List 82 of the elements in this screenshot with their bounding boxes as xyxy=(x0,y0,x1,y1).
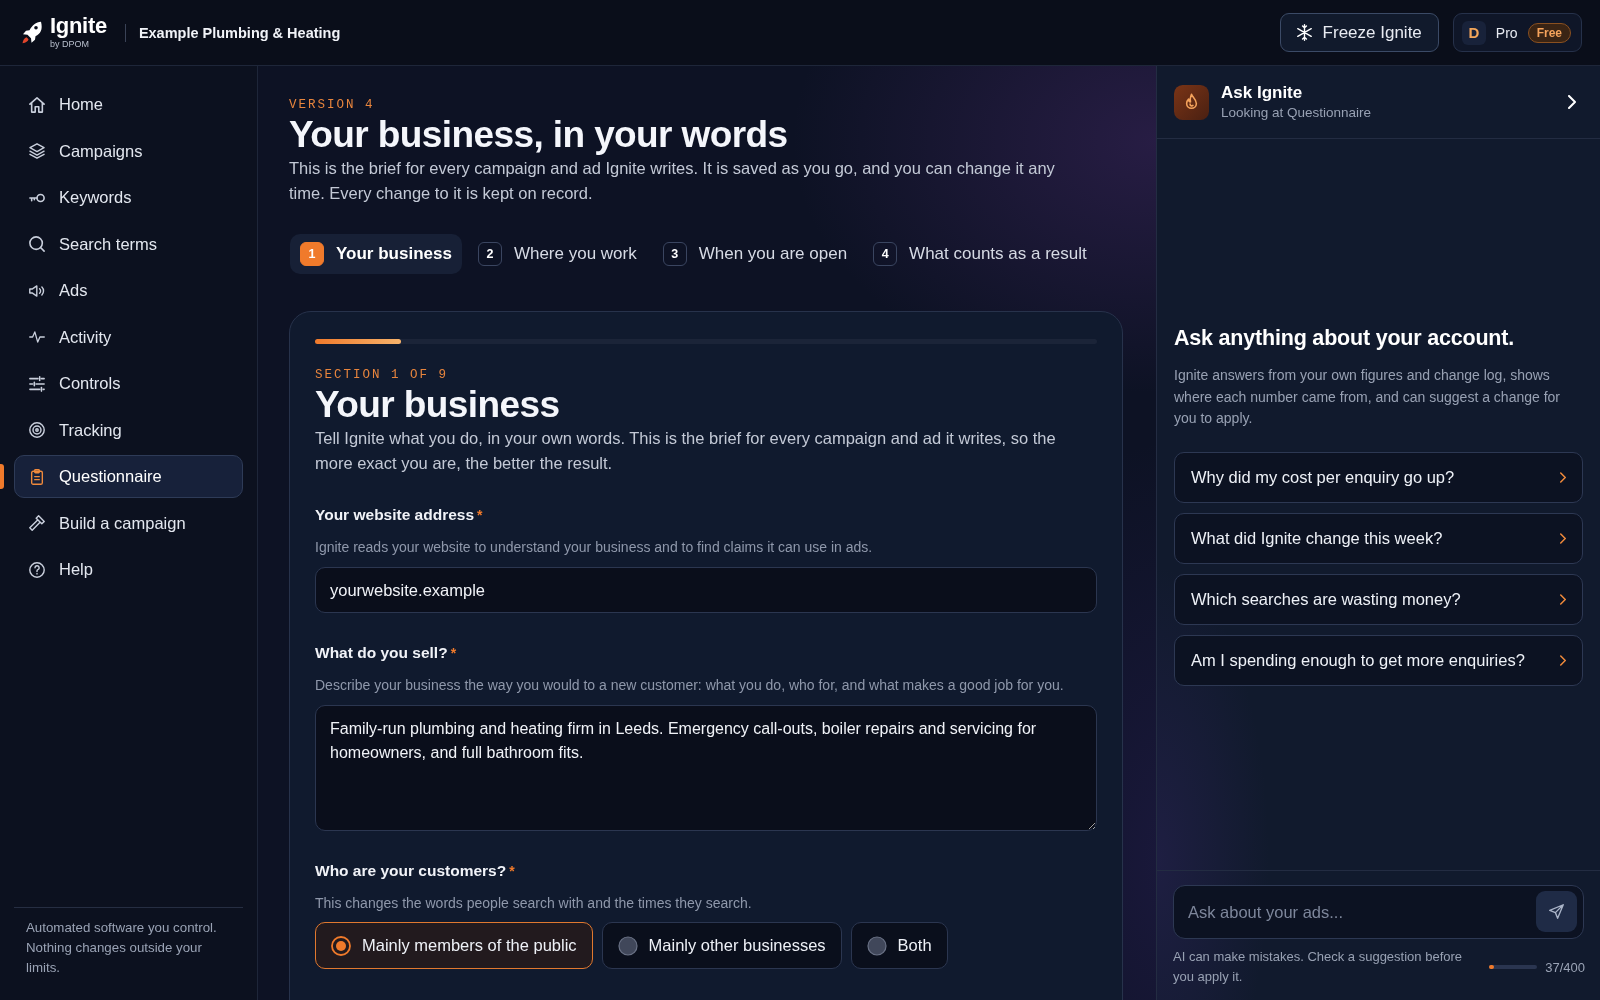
clipboard-icon xyxy=(29,468,45,485)
rocket-icon xyxy=(22,21,43,44)
field-label: Your website address xyxy=(315,505,475,525)
chevron-right-icon xyxy=(1560,532,1566,544)
empty-state-text: Ignite answers from your own figures and change log, shows where each number came from, and can suggest a change for you to apply. xyxy=(1174,366,1561,429)
sidebar-footnote: Automated software you control. Nothing changes outside your limits. xyxy=(26,919,218,977)
section-intro: Tell Ignite what you do, in your own words. This is the brief for every campaign and ad it writes, so the more exact you are, the better the result. xyxy=(315,428,1057,474)
section-title: Your business xyxy=(315,384,561,426)
nav-item[interactable]: Build a campaign xyxy=(14,501,243,545)
account-button[interactable]: D Pro Free xyxy=(1452,13,1582,52)
radio-icon xyxy=(617,935,638,956)
section-eyebrow: SECTION 1 OF 9 xyxy=(315,367,450,383)
field-help: This changes the words people search with and the times they search. xyxy=(315,894,753,912)
sliders-icon xyxy=(29,375,45,392)
chevron-right-icon[interactable] xyxy=(1568,95,1576,109)
nav-item[interactable]: Campaigns xyxy=(14,129,243,173)
pulse-icon xyxy=(29,329,45,345)
suggestion-button[interactable]: What did Ignite change this week? xyxy=(1174,512,1583,564)
megaphone-icon xyxy=(29,282,45,299)
workspace-name: Example Plumbing & Heating xyxy=(138,24,341,41)
avatar: D xyxy=(1461,20,1486,45)
radio-icon xyxy=(331,935,351,956)
snowflake-icon xyxy=(1296,24,1312,41)
target-icon xyxy=(29,422,45,438)
flame-icon xyxy=(1174,84,1209,120)
character-count: 37/400 xyxy=(1545,959,1585,975)
freeze-button[interactable]: Freeze Ignite xyxy=(1279,13,1439,52)
message-input[interactable]: Ask about your ads... xyxy=(1173,885,1584,939)
plan-badge: Free xyxy=(1527,22,1571,43)
chevron-right-icon xyxy=(1560,654,1566,666)
help-icon xyxy=(29,561,45,578)
disclaimer-text: AI can make mistakes. Check a suggestion before you apply it. xyxy=(1173,948,1464,986)
layers-icon xyxy=(29,143,45,159)
panel-title: Ask Ignite xyxy=(1221,82,1304,103)
nav-item[interactable]: Home xyxy=(14,83,243,126)
radio-icon xyxy=(866,935,887,956)
radio-option[interactable]: Mainly members of the public xyxy=(315,922,593,969)
search-icon xyxy=(29,236,45,252)
panel-subtitle: Looking at Questionnaire xyxy=(1221,104,1373,122)
chevron-right-icon xyxy=(1560,593,1566,605)
step-tab[interactable]: 3 When you are open xyxy=(652,234,858,274)
required-mark: * xyxy=(450,644,457,663)
text-input[interactable]: yourwebsite.example xyxy=(315,567,1097,613)
send-button[interactable] xyxy=(1536,891,1577,932)
home-icon xyxy=(29,96,45,113)
step-number: 4 xyxy=(873,242,898,266)
hammer-icon xyxy=(29,515,45,531)
field-help: Describe your business the way you would to a new customer: what you do, who for, and what makes a good job for you. xyxy=(315,676,1065,694)
step-tab[interactable]: 1 Your business xyxy=(290,234,462,274)
brand-tagline: by DPOM xyxy=(50,39,90,50)
field-label: What do you sell? xyxy=(315,643,448,663)
send-icon xyxy=(1549,904,1564,919)
nav-item[interactable]: Questionnaire xyxy=(14,455,243,498)
suggestion-button[interactable]: Am I spending enough to get more enquiries? xyxy=(1174,634,1583,686)
suggestion-button[interactable]: Which searches are wasting money? xyxy=(1174,573,1583,625)
nav-item[interactable]: Controls xyxy=(14,362,243,405)
field-label: Who are your customers? xyxy=(315,861,507,881)
step-number: 1 xyxy=(300,242,324,266)
required-mark: * xyxy=(509,862,515,881)
active-indicator xyxy=(0,464,4,489)
step-number: 2 xyxy=(477,242,502,266)
nav-item[interactable]: Activity xyxy=(14,315,243,359)
nav-item[interactable]: Search terms xyxy=(14,222,243,266)
empty-state-heading: Ask anything about your account. xyxy=(1174,325,1516,353)
step-number: 3 xyxy=(662,242,687,266)
nav-item[interactable]: Keywords xyxy=(14,176,243,219)
nav-item[interactable]: Ads xyxy=(14,269,243,312)
chevron-right-icon xyxy=(1560,471,1566,483)
brand-name: Ignite xyxy=(50,15,107,37)
field-help: Ignite reads your website to understand your business and to find claims it can use in ads. xyxy=(315,538,874,556)
nav-item[interactable]: Tracking xyxy=(14,408,243,452)
step-tab[interactable]: 4 What counts as a result xyxy=(863,234,1097,274)
radio-option[interactable]: Both xyxy=(850,922,948,969)
page-intro: This is the brief for every campaign and ad Ignite writes. It is saved as you go, and you can change it any time. Every change to it is kept on record. xyxy=(289,158,1056,204)
required-mark: * xyxy=(477,506,483,525)
page-title: Your business, in your words xyxy=(289,114,789,156)
radio-option[interactable]: Mainly other businesses xyxy=(601,922,842,969)
text-area[interactable]: Family-run plumbing and heating firm in Leeds. Emergency call-outs, boiler repairs and servicing for homeowners, and full bathroom fits. xyxy=(315,705,1097,831)
nav-item[interactable]: Help xyxy=(14,548,243,591)
page-eyebrow: VERSION 4 xyxy=(289,97,376,113)
suggestion-button[interactable]: Why did my cost per enquiry go up? xyxy=(1174,451,1583,503)
step-tab[interactable]: 2 Where you work xyxy=(467,234,647,274)
